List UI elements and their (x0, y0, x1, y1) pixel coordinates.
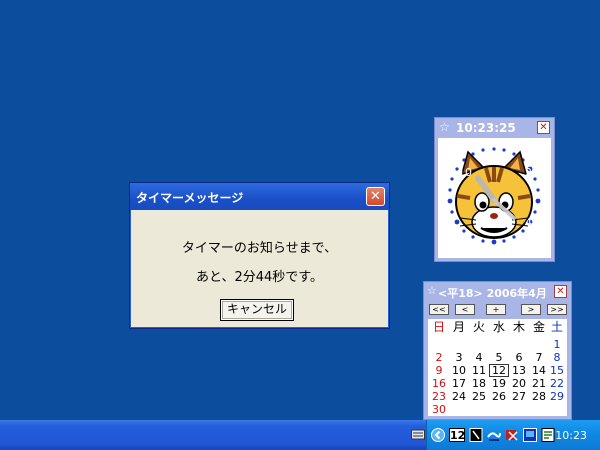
clock-close-button[interactable]: ✕ (537, 121, 550, 134)
calendar-day[interactable]: 13 (509, 364, 529, 377)
weekday-header: 月 (452, 320, 465, 334)
collapse-chevron-icon[interactable] (431, 428, 445, 442)
clock-face: 10 2 4 (438, 138, 551, 258)
timer-message-dialog: タイマーメッセージ ✕ タイマーのお知らせまで、 あと、2分44秒です。 キャン… (129, 182, 390, 329)
calendar-grid: 日月火水木金土 1 2 3 4 5 6 7 8 9 10 11 12 13 14 15 16 17 18 19 20 21… (428, 319, 567, 416)
prev-year-button[interactable]: << (429, 304, 449, 315)
calendar-day[interactable]: 26 (489, 390, 509, 403)
calendar-day[interactable]: 23 (429, 390, 449, 403)
dialog-title: タイマーメッセージ (136, 191, 244, 205)
dialog-titlebar[interactable]: タイマーメッセージ ✕ (130, 183, 389, 210)
calendar-day[interactable]: 17 (449, 377, 469, 390)
calendar-close-button[interactable]: ✕ (554, 285, 567, 298)
calendar-day[interactable]: 28 (529, 390, 549, 403)
monitor-icon[interactable] (523, 428, 537, 442)
timer-message-line1: タイマーのお知らせまで、 (181, 241, 338, 256)
calendar-day[interactable]: 16 (429, 377, 449, 390)
calendar-day[interactable]: 2 (429, 351, 449, 364)
next-month-button[interactable]: > (521, 304, 541, 315)
calendar-day[interactable]: 7 (529, 351, 549, 364)
calendar-day[interactable]: 11 (469, 364, 489, 377)
dialog-close-button[interactable]: ✕ (366, 187, 385, 206)
cancel-button[interactable]: キャンセル (220, 299, 294, 321)
calendar-widget: ☆ <平18> 2006年4月 ✕ << < + > >> 日月火水木金土123… (423, 281, 572, 420)
calendar-day[interactable]: 30 (429, 403, 449, 416)
clock-widget-titlebar[interactable]: ☆ 10:23:25 ✕ (435, 118, 554, 138)
weekday-header: 火 (472, 320, 485, 334)
next-year-button[interactable]: >> (547, 304, 567, 315)
calendar-day[interactable]: 3 (449, 351, 469, 364)
weekday-header: 水 (492, 320, 505, 334)
timer-message-line2: あと、2分44秒です。 (196, 270, 323, 285)
weekday-header: 土 (550, 320, 563, 334)
calendar-day[interactable]: 22 (547, 377, 567, 390)
calendar-day[interactable]: 29 (547, 390, 567, 403)
calendar-day[interactable]: 5 (489, 351, 509, 364)
calendar-day[interactable]: 14 (529, 364, 549, 377)
notebook-icon[interactable] (469, 428, 483, 442)
clock-widget: ☆ 10:23:25 ✕ 10 2 4 (434, 117, 555, 262)
star-icon: ☆ (427, 284, 437, 297)
clock-digital-time: 10:23:25 (456, 121, 516, 135)
calendar-nav: << < + > >> (429, 304, 567, 316)
calendar-day[interactable]: 18 (469, 377, 489, 390)
calendar-badge-icon[interactable]: 12 (449, 428, 465, 442)
calendar-day[interactable]: 8 (547, 351, 567, 364)
weekday-header: 日 (432, 320, 445, 334)
clock-number-2: 2 (525, 166, 532, 179)
calendar-day-today[interactable]: 12 (489, 364, 509, 377)
calendar-title: <平18> 2006年4月 (438, 287, 547, 300)
star-icon: ☆ (439, 120, 450, 134)
network-icon[interactable] (487, 428, 501, 442)
document-icon[interactable] (541, 428, 555, 442)
calendar-day[interactable]: 21 (529, 377, 549, 390)
security-icon[interactable] (505, 428, 519, 442)
weekday-header: 木 (512, 320, 525, 334)
calendar-day[interactable]: 10 (449, 364, 469, 377)
taskbar: 12 10:23 (0, 420, 600, 450)
clock-number-4: 4 (525, 216, 532, 229)
keyboard-icon[interactable] (411, 427, 425, 441)
prev-month-button[interactable]: < (455, 304, 475, 315)
calendar-day[interactable]: 25 (469, 390, 489, 403)
calendar-day[interactable]: 6 (509, 351, 529, 364)
weekday-header: 金 (532, 320, 545, 334)
calendar-day[interactable]: 19 (489, 377, 509, 390)
system-tray: 12 10:23 (426, 420, 600, 450)
calendar-day[interactable]: 9 (429, 364, 449, 377)
calendar-day[interactable]: 27 (509, 390, 529, 403)
calendar-titlebar[interactable]: ☆ <平18> 2006年4月 ✕ (424, 282, 571, 301)
calendar-day[interactable]: 20 (509, 377, 529, 390)
tray-clock[interactable]: 10:23 (555, 429, 587, 442)
calendar-day[interactable]: 4 (469, 351, 489, 364)
cat-clock-image: 10 2 4 (447, 147, 541, 245)
calendar-day[interactable]: 24 (449, 390, 469, 403)
today-button[interactable]: + (486, 304, 506, 315)
calendar-day[interactable]: 1 (547, 338, 567, 351)
calendar-day[interactable]: 15 (547, 364, 567, 377)
clock-number-10: 10 (458, 166, 472, 179)
